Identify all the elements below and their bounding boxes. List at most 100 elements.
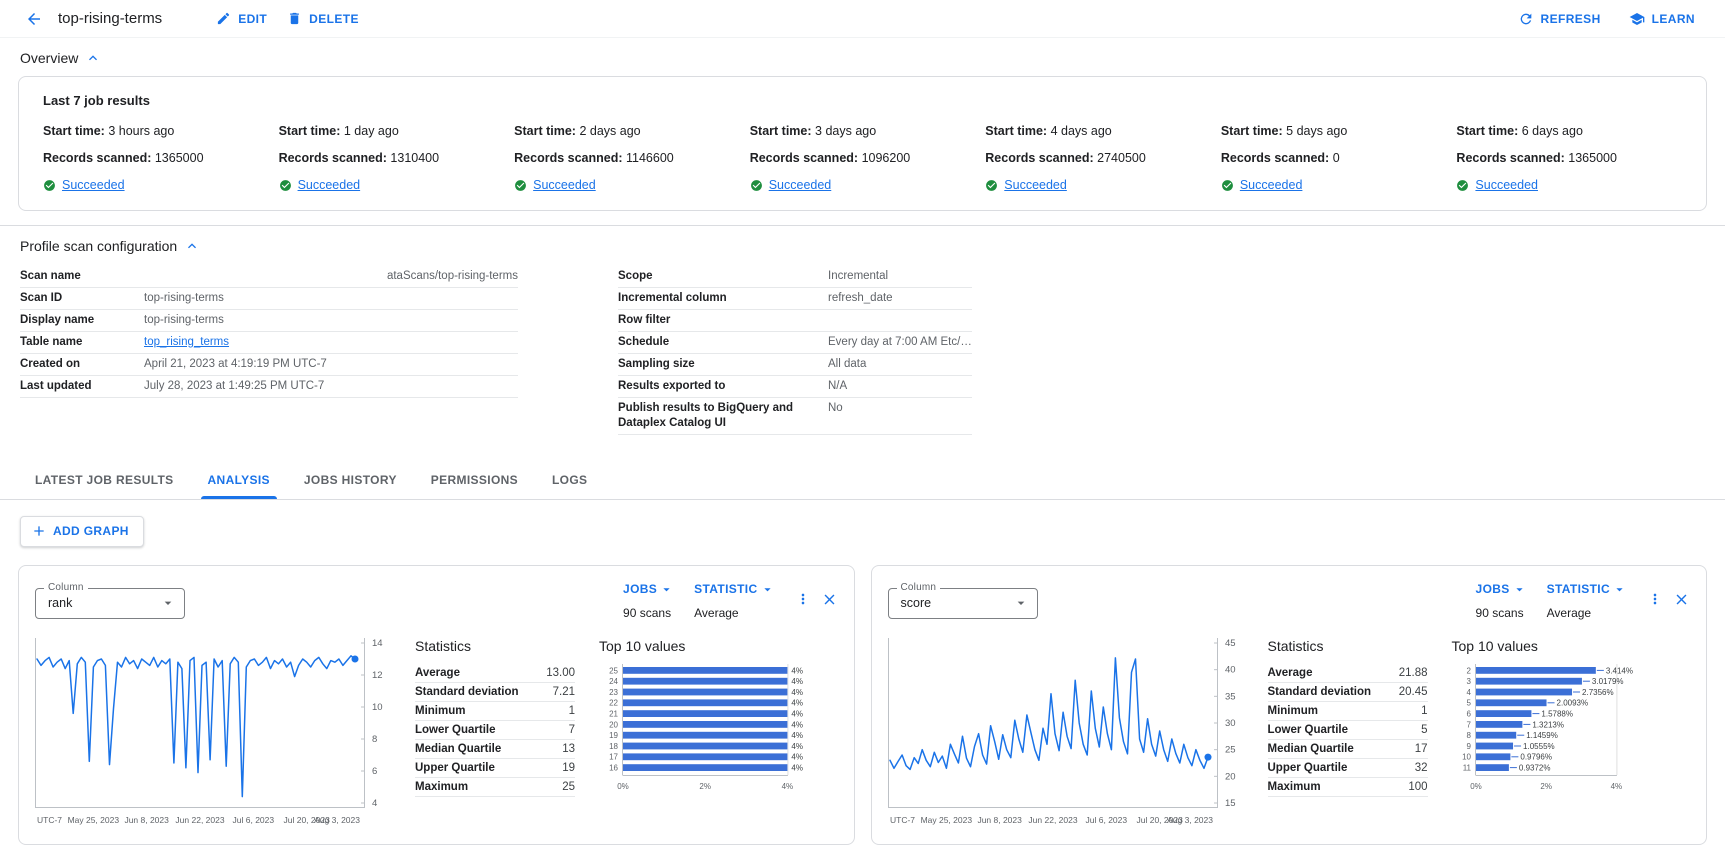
page-title: top-rising-terms bbox=[58, 10, 162, 27]
config-row: Row filter bbox=[618, 310, 972, 332]
overview-section-title: Overview bbox=[20, 50, 78, 66]
top-values-title: Top 10 values bbox=[1452, 638, 1691, 654]
svg-text:18: 18 bbox=[609, 741, 618, 750]
more-options-button[interactable] bbox=[1647, 591, 1663, 607]
job-status-link[interactable]: Succeeded bbox=[533, 178, 596, 192]
svg-text:24: 24 bbox=[609, 677, 618, 686]
add-graph-button[interactable]: ADD GRAPH bbox=[20, 516, 144, 547]
statistic-dropdown-group: STATISTIC Average bbox=[694, 582, 774, 620]
column-select[interactable]: Column score bbox=[888, 588, 1038, 619]
svg-text:Jun 22, 2023: Jun 22, 2023 bbox=[1028, 815, 1077, 825]
tab-jobs-history[interactable]: JOBS HISTORY bbox=[287, 461, 414, 499]
job-start-time: Start time: 3 days ago bbox=[750, 124, 976, 138]
close-card-button[interactable] bbox=[1673, 591, 1690, 608]
statistic-dropdown[interactable]: STATISTIC bbox=[1547, 582, 1627, 597]
statistic-row: Lower Quartile 5 bbox=[1268, 721, 1428, 740]
tab-permissions[interactable]: PERMISSIONS bbox=[414, 461, 535, 499]
statistic-dropdown[interactable]: STATISTIC bbox=[694, 582, 774, 597]
svg-text:4%: 4% bbox=[791, 709, 803, 718]
svg-text:Jun 8, 2023: Jun 8, 2023 bbox=[977, 815, 1022, 825]
svg-text:1.0555%: 1.0555% bbox=[1523, 741, 1555, 750]
more-options-button[interactable] bbox=[795, 591, 811, 607]
svg-text:7: 7 bbox=[1466, 720, 1471, 729]
config-row: Table name top_rising_terms bbox=[20, 332, 518, 354]
statistic-row: Standard deviation 20.45 bbox=[1268, 683, 1428, 702]
job-status-link[interactable]: Succeeded bbox=[769, 178, 832, 192]
svg-text:21: 21 bbox=[609, 709, 618, 718]
job-results-title: Last 7 job results bbox=[43, 93, 1682, 108]
config-row: Incremental column refresh_date bbox=[618, 288, 972, 310]
jobs-grid: Start time: 3 hours ago Records scanned:… bbox=[43, 124, 1682, 192]
svg-text:15: 15 bbox=[1225, 798, 1236, 809]
overview-collapse-toggle[interactable] bbox=[85, 50, 101, 66]
job-start-time: Start time: 6 days ago bbox=[1456, 124, 1682, 138]
svg-text:3.0179%: 3.0179% bbox=[1591, 677, 1623, 686]
svg-text:11: 11 bbox=[1462, 763, 1471, 772]
check-circle-icon bbox=[1221, 179, 1234, 192]
table-name-link[interactable]: top_rising_terms bbox=[144, 335, 518, 350]
check-circle-icon bbox=[279, 179, 292, 192]
svg-text:14: 14 bbox=[372, 638, 383, 649]
check-circle-icon bbox=[750, 179, 763, 192]
close-icon bbox=[1673, 591, 1690, 608]
svg-text:4%: 4% bbox=[1610, 782, 1622, 791]
job-status: Succeeded bbox=[750, 178, 976, 192]
job-status-link[interactable]: Succeeded bbox=[62, 178, 125, 192]
svg-text:UTC-7: UTC-7 bbox=[890, 815, 915, 825]
job-start-time: Start time: 1 day ago bbox=[279, 124, 505, 138]
cards: Column rank JOBS 90 scans STATISTIC bbox=[18, 565, 1707, 845]
delete-button[interactable]: DELETE bbox=[277, 5, 369, 32]
check-circle-icon bbox=[1456, 179, 1469, 192]
svg-text:23: 23 bbox=[609, 687, 618, 696]
top-values-block: Top 10 values 254%244%234%224%214%204%19… bbox=[599, 638, 838, 834]
svg-text:25: 25 bbox=[1225, 744, 1236, 755]
job-result-column: Start time: 6 days ago Records scanned: … bbox=[1456, 124, 1682, 192]
back-button[interactable] bbox=[20, 5, 48, 33]
statistic-row: Maximum 100 bbox=[1268, 778, 1428, 797]
svg-text:35: 35 bbox=[1225, 691, 1236, 702]
card-body: 45403530252015UTC-7May 25, 2023Jun 8, 20… bbox=[888, 638, 1691, 834]
svg-text:Jun 22, 2023: Jun 22, 2023 bbox=[175, 815, 224, 825]
close-card-button[interactable] bbox=[821, 591, 838, 608]
job-start-time: Start time: 4 days ago bbox=[985, 124, 1211, 138]
job-start-time: Start time: 2 days ago bbox=[514, 124, 740, 138]
tab-latest-job-results[interactable]: LATEST JOB RESULTS bbox=[18, 461, 191, 499]
refresh-button[interactable]: REFRESH bbox=[1508, 5, 1611, 33]
learn-button[interactable]: LEARN bbox=[1619, 5, 1705, 33]
job-status: Succeeded bbox=[1221, 178, 1447, 192]
svg-text:10: 10 bbox=[1462, 752, 1471, 761]
svg-text:4%: 4% bbox=[791, 752, 803, 761]
job-status-link[interactable]: Succeeded bbox=[1004, 178, 1067, 192]
job-result-column: Start time: 5 days ago Records scanned: … bbox=[1221, 124, 1447, 192]
check-circle-icon bbox=[985, 179, 998, 192]
statistic-row: Maximum 25 bbox=[415, 778, 575, 797]
job-status: Succeeded bbox=[985, 178, 1211, 192]
job-status-link[interactable]: Succeeded bbox=[298, 178, 361, 192]
jobs-dropdown[interactable]: JOBS bbox=[623, 582, 674, 597]
statistic-row: Upper Quartile 32 bbox=[1268, 759, 1428, 778]
svg-text:17: 17 bbox=[609, 752, 618, 761]
config-section-header: Profile scan configuration bbox=[0, 226, 1725, 264]
tab-logs[interactable]: LOGS bbox=[535, 461, 604, 499]
card-action-icons bbox=[795, 591, 838, 608]
job-results-panel: Last 7 job results Start time: 3 hours a… bbox=[18, 76, 1707, 211]
svg-text:30: 30 bbox=[1225, 718, 1236, 729]
svg-text:4%: 4% bbox=[791, 720, 803, 729]
tab-analysis[interactable]: ANALYSIS bbox=[191, 461, 287, 499]
edit-button[interactable]: EDIT bbox=[206, 5, 277, 32]
svg-text:22: 22 bbox=[609, 698, 618, 707]
chevron-down-icon bbox=[160, 595, 176, 611]
svg-text:0.9796%: 0.9796% bbox=[1520, 752, 1552, 761]
statistic-row: Average 21.88 bbox=[1268, 664, 1428, 683]
jobs-dropdown[interactable]: JOBS bbox=[1476, 582, 1527, 597]
job-status-link[interactable]: Succeeded bbox=[1475, 178, 1538, 192]
job-status-link[interactable]: Succeeded bbox=[1240, 178, 1303, 192]
svg-text:4%: 4% bbox=[791, 763, 803, 772]
config-collapse-toggle[interactable] bbox=[184, 238, 200, 254]
card-header: Column rank JOBS 90 scans STATISTIC bbox=[35, 582, 838, 620]
edit-button-label: EDIT bbox=[238, 12, 267, 26]
svg-text:3: 3 bbox=[1466, 677, 1471, 686]
job-status: Succeeded bbox=[279, 178, 505, 192]
statistic-row: Median Quartile 13 bbox=[415, 740, 575, 759]
column-select[interactable]: Column rank bbox=[35, 588, 185, 619]
